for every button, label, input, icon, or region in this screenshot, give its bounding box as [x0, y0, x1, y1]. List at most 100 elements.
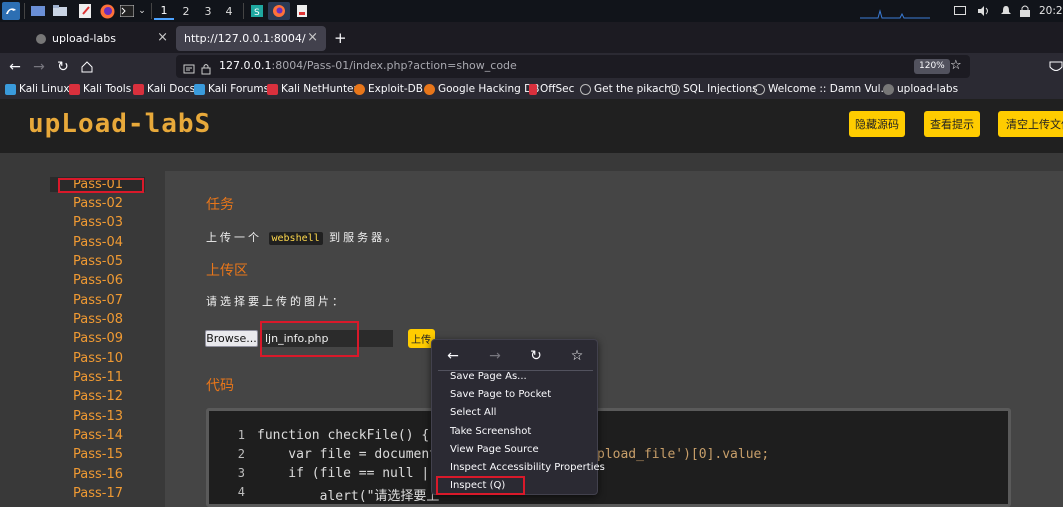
sidebar-item-pass-09[interactable]: Pass-09: [73, 331, 123, 346]
notification-bell-icon[interactable]: [1000, 2, 1012, 20]
bookmark-dvwa[interactable]: Welcome :: Damn Vul...: [754, 83, 891, 95]
lock-icon[interactable]: [201, 60, 211, 79]
bookmark-kali-nethunter[interactable]: Kali NetHunter: [267, 83, 358, 95]
pocket-icon[interactable]: [1049, 59, 1063, 78]
terminal-icon[interactable]: [119, 2, 135, 20]
bookmark-label: Kali NetHunter: [281, 83, 358, 95]
bookmark-label: Kali Forums: [208, 83, 270, 95]
sidebar-item-pass-08[interactable]: Pass-08: [73, 312, 123, 327]
menu-item-select-all[interactable]: Select All: [450, 407, 496, 418]
bookmark-upload-labs[interactable]: upload-labs: [883, 83, 958, 95]
sidebar-item-pass-11[interactable]: Pass-11: [73, 370, 123, 385]
sidebar-item-pass-06[interactable]: Pass-06: [73, 273, 123, 288]
sidebar-item-pass-07[interactable]: Pass-07: [73, 293, 123, 308]
browse-button[interactable]: Browse...: [205, 330, 258, 347]
sidebar-item-pass-10[interactable]: Pass-10: [73, 351, 123, 366]
home-button[interactable]: [76, 56, 98, 78]
sidebar-item-pass-17[interactable]: Pass-17: [73, 486, 123, 501]
tab-strip: upload-labs × http://127.0.0.1:8004/Pass…: [0, 22, 1063, 53]
choose-label: 请选择要上传的图片：: [206, 295, 346, 308]
bookmark-kali-tools[interactable]: Kali Tools: [69, 83, 131, 95]
site-icon: [883, 83, 894, 95]
menu-item-save-to-pocket[interactable]: Save Page to Pocket: [450, 389, 551, 400]
sidebar-item-pass-12[interactable]: Pass-12: [73, 389, 123, 404]
menu-item-inspect-accessibility[interactable]: Inspect Accessibility Properties: [450, 462, 605, 473]
sidebar-item-pass-13[interactable]: Pass-13: [73, 409, 123, 424]
text-editor-icon[interactable]: [77, 2, 93, 20]
sidebar-item-pass-02[interactable]: Pass-02: [73, 196, 123, 211]
page-info-icon[interactable]: [183, 60, 195, 79]
sidebar-item-pass-16[interactable]: Pass-16: [73, 467, 123, 482]
bookmark-kali-docs[interactable]: Kali Docs: [133, 83, 195, 95]
hide-source-button[interactable]: 隐藏源码: [849, 111, 905, 137]
workspace-2[interactable]: 2: [176, 2, 196, 20]
menu-item-save-page-as[interactable]: Save Page As...: [450, 371, 527, 382]
show-desktop-icon[interactable]: [30, 2, 46, 20]
tab-upload-labs[interactable]: upload-labs ×: [28, 26, 176, 51]
context-menu: ← → ↻ ☆ Save Page As... Save Page to Poc…: [431, 339, 605, 495]
view-hint-button[interactable]: 查看提示: [924, 111, 980, 137]
sidebar-item-pass-04[interactable]: Pass-04: [73, 235, 123, 250]
code-text: alert("请选择要上: [257, 489, 440, 504]
bookmark-label: Welcome :: Damn Vul...: [768, 83, 891, 95]
sidebar-item-pass-14[interactable]: Pass-14: [73, 428, 123, 443]
screen-icon[interactable]: [953, 2, 967, 20]
new-tab-button[interactable]: +: [334, 29, 347, 47]
bookmark-sql-injections[interactable]: SQL Injections: [669, 83, 758, 95]
menu-item-view-page-source[interactable]: View Page Source: [450, 444, 539, 455]
bookmark-offsec[interactable]: OffSec: [529, 83, 574, 95]
bookmark-label: Kali Linux: [19, 83, 70, 95]
nethunter-icon: [267, 83, 278, 95]
exploit-db-icon: [354, 83, 365, 95]
tab-pass-01[interactable]: http://127.0.0.1:8004/Pass-0 ×: [176, 26, 326, 51]
sidebar-item-pass-15[interactable]: Pass-15: [73, 447, 123, 462]
reload-button[interactable]: ↻: [52, 56, 74, 78]
zoom-level[interactable]: 120%: [914, 59, 950, 74]
document-icon[interactable]: [295, 2, 309, 20]
bookmark-star-icon[interactable]: ☆: [950, 58, 962, 73]
globe-icon: [754, 83, 765, 95]
forward-icon[interactable]: →: [486, 347, 504, 365]
task-code: webshell: [268, 232, 323, 245]
workspace-1[interactable]: 1: [154, 2, 174, 20]
url-bar[interactable]: 127.0.0.1:8004/Pass-01/index.php?action=…: [176, 55, 970, 78]
code-text: pload_file')[0].value;: [597, 447, 770, 462]
sidebar-item-pass-05[interactable]: Pass-05: [73, 254, 123, 269]
line-number: 4: [237, 485, 245, 499]
close-icon[interactable]: ×: [307, 30, 318, 45]
ghdb-icon: [424, 83, 435, 95]
lock-icon[interactable]: [1019, 2, 1031, 20]
bookmark-star-icon[interactable]: ☆: [568, 347, 586, 365]
kali-menu-icon[interactable]: [2, 2, 20, 20]
volume-icon[interactable]: [976, 2, 990, 20]
bookmark-exploit-db[interactable]: Exploit-DB: [354, 83, 423, 95]
bookmark-kali-linux[interactable]: Kali Linux: [5, 83, 70, 95]
site-logo[interactable]: upLoad-labS: [28, 109, 211, 139]
clear-uploads-button[interactable]: 清空上传文件: [998, 111, 1063, 137]
line-number: 3: [237, 466, 245, 480]
code-text: function checkFile() {: [257, 428, 430, 443]
bookmark-label: Get the pikachu: [594, 83, 678, 95]
sidebar-item-pass-03[interactable]: Pass-03: [73, 215, 123, 230]
forward-button[interactable]: →: [28, 56, 50, 78]
task-title: 任务: [206, 197, 234, 213]
workspace-4[interactable]: 4: [219, 2, 239, 20]
close-icon[interactable]: ×: [157, 30, 168, 45]
firefox-icon[interactable]: [98, 2, 116, 20]
highlight-box: [58, 178, 144, 193]
bookmark-kali-forums[interactable]: Kali Forums: [194, 83, 269, 95]
reload-icon[interactable]: ↻: [527, 347, 545, 365]
bookmark-pikachu[interactable]: Get the pikachu: [580, 83, 678, 95]
file-manager-icon[interactable]: [52, 2, 68, 20]
back-icon[interactable]: ←: [444, 347, 462, 365]
svg-text:S: S: [254, 8, 260, 17]
app-icon[interactable]: S: [250, 2, 264, 20]
tab-label: http://127.0.0.1:8004/Pass-0: [184, 32, 306, 45]
workspace-3[interactable]: 3: [198, 2, 218, 20]
back-button[interactable]: ←: [4, 56, 26, 78]
chevron-down-icon[interactable]: ⌄: [137, 2, 147, 20]
menu-item-take-screenshot[interactable]: Take Screenshot: [450, 426, 531, 437]
firefox-window-icon[interactable]: [268, 2, 290, 20]
bookmark-google-hacking-db[interactable]: Google Hacking DB: [424, 83, 539, 95]
url-text[interactable]: 127.0.0.1:8004/Pass-01/index.php?action=…: [219, 59, 517, 72]
